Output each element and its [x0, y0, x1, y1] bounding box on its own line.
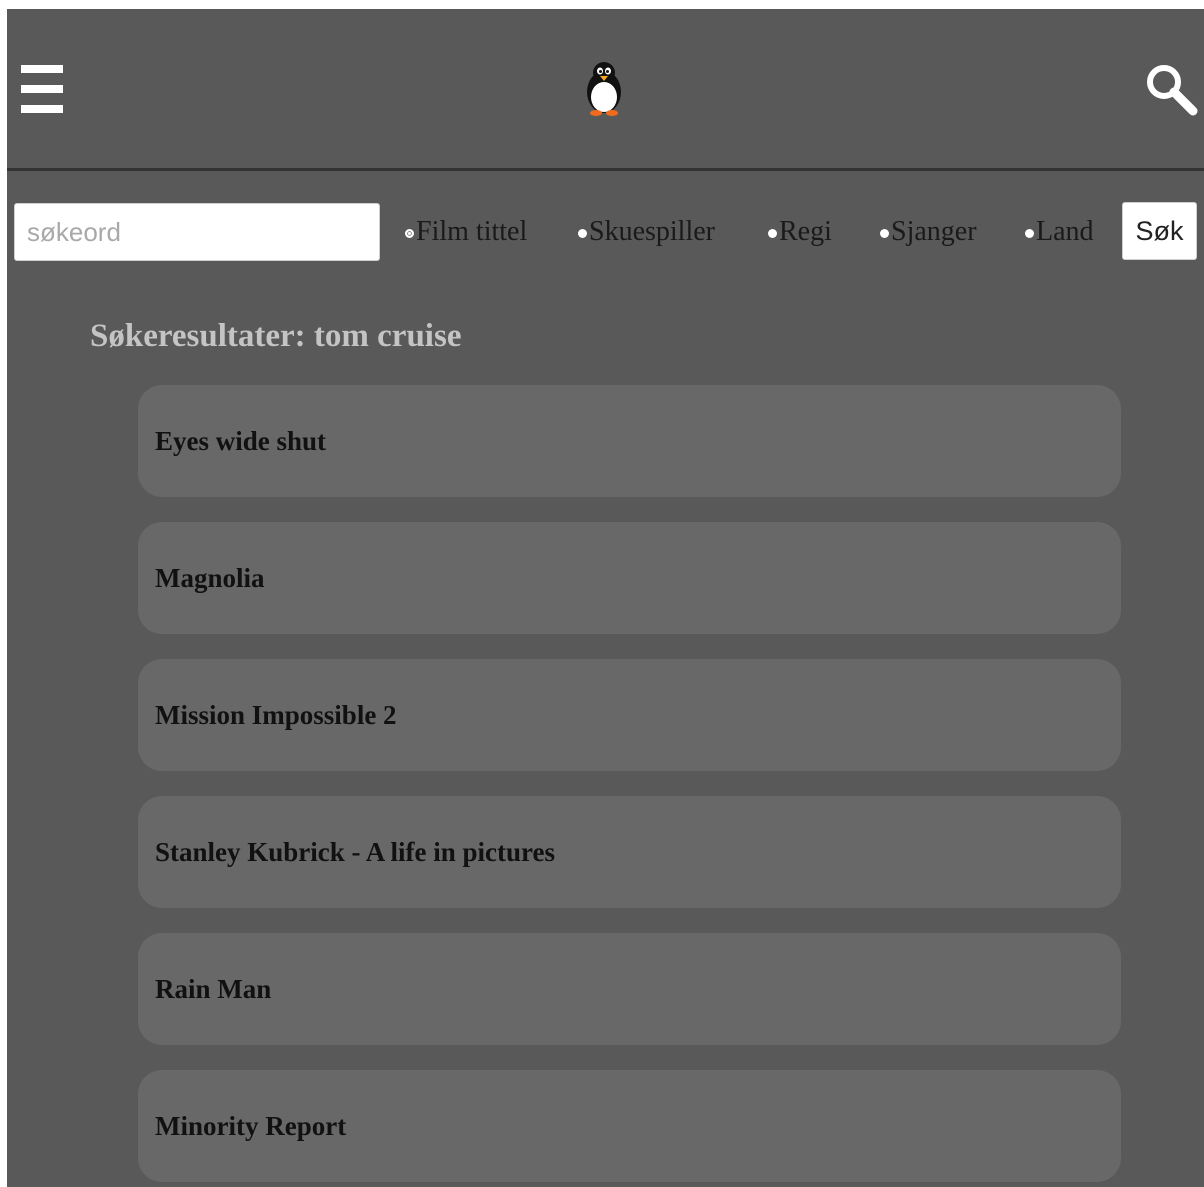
- result-title: Rain Man: [155, 973, 272, 1004]
- result-title: Stanley Kubrick - A life in pictures: [155, 836, 556, 867]
- search-bar: Film tittel Skuespiller Regi Sjanger Lan…: [7, 171, 1204, 271]
- filter-land[interactable]: Land: [1025, 215, 1094, 249]
- results-list: Eyes wide shut Magnolia Mission Impossib…: [138, 385, 1121, 1187]
- filter-label: Film tittel: [416, 216, 528, 247]
- filter-skuespiller[interactable]: Skuespiller: [578, 215, 715, 249]
- result-title: Minority Report: [155, 1110, 347, 1141]
- app-frame: Film tittel Skuespiller Regi Sjanger Lan…: [7, 9, 1204, 1187]
- hamburger-menu-icon[interactable]: [21, 65, 63, 113]
- penguin-logo-icon[interactable]: [584, 61, 624, 117]
- menu-bar-line: [21, 105, 63, 113]
- filter-film-tittel[interactable]: Film tittel: [405, 215, 527, 249]
- filter-label: Sjanger: [891, 216, 977, 247]
- menu-bar-line: [21, 65, 63, 73]
- penguin-logo-graphic: [587, 62, 621, 116]
- result-item[interactable]: Eyes wide shut: [138, 385, 1121, 497]
- result-item[interactable]: Rain Man: [138, 933, 1121, 1045]
- search-submit-button[interactable]: Søk: [1122, 202, 1197, 260]
- menu-bar-line: [21, 85, 63, 93]
- result-item[interactable]: Minority Report: [138, 1070, 1121, 1182]
- magnifier-graphic: [1147, 65, 1198, 116]
- result-title: Magnolia: [155, 562, 265, 593]
- results-heading: Søkeresultater: tom cruise: [90, 318, 462, 354]
- radio-button[interactable]: [405, 229, 414, 238]
- filter-label: Land: [1036, 216, 1094, 247]
- result-item[interactable]: Magnolia: [138, 522, 1121, 634]
- radio-button[interactable]: [1025, 229, 1034, 238]
- result-item[interactable]: Mission Impossible 2: [138, 659, 1121, 771]
- filter-label: Skuespiller: [589, 216, 715, 247]
- result-item[interactable]: Stanley Kubrick - A life in pictures: [138, 796, 1121, 908]
- filter-sjanger[interactable]: Sjanger: [880, 215, 977, 249]
- radio-button[interactable]: [880, 229, 889, 238]
- filter-regi[interactable]: Regi: [768, 215, 832, 249]
- radio-button[interactable]: [768, 229, 777, 238]
- result-title: Eyes wide shut: [155, 425, 327, 456]
- search-input[interactable]: [14, 203, 380, 261]
- radio-button[interactable]: [578, 229, 587, 238]
- top-bar: [7, 9, 1204, 171]
- result-title: Mission Impossible 2: [155, 699, 397, 730]
- magnifier-icon[interactable]: [1143, 61, 1199, 117]
- filter-label: Regi: [779, 216, 832, 247]
